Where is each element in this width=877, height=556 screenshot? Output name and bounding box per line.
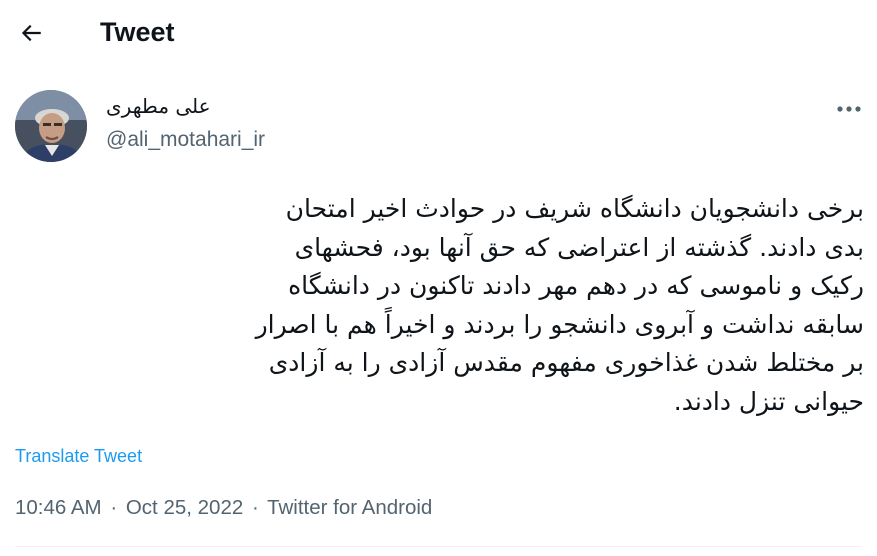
author-display-name[interactable]: علی مطهری (106, 94, 211, 118)
tweet-metadata: 10:46 AM · Oct 25, 2022 · Twitter for An… (15, 496, 432, 520)
translate-tweet-link[interactable]: Translate Tweet (15, 446, 142, 467)
meta-separator: · (251, 496, 259, 519)
more-options-button[interactable] (832, 96, 866, 122)
author-handle[interactable]: @ali_motahari_ir (106, 128, 265, 152)
arrow-left-icon (21, 24, 41, 42)
tweet-line: برخی دانشجویان دانشگاه شریف در حوادث اخی… (285, 194, 864, 223)
tweet-line: بدی دادند. گذشته از اعتراضی که حق آنها ب… (294, 232, 864, 262)
more-horizontal-icon (837, 106, 861, 112)
back-button[interactable] (14, 16, 48, 50)
tweet-text: برخی دانشجویان دانشگاه شریف در حوادث اخی… (14, 190, 864, 421)
tweet-header: Tweet (0, 0, 877, 70)
avatar[interactable] (15, 90, 87, 162)
tweet-line: بر مختلط شدن غذاخوری مفهوم مقدس آزادی را… (268, 348, 864, 377)
divider (15, 546, 862, 547)
tweet-line: رکیک و ناموسی که در دهم مهر دادند تاکنون… (288, 271, 864, 300)
tweet-line: حیوانی تنزل دادند. (673, 386, 864, 416)
tweet-date[interactable]: Oct 25, 2022 (126, 496, 243, 519)
tweet-source[interactable]: Twitter for Android (267, 496, 432, 519)
tweet-line: سابقه نداشت و آبروی دانشجو را بردند و اخ… (255, 309, 864, 339)
tweet-time[interactable]: 10:46 AM (15, 496, 102, 519)
meta-separator: · (110, 496, 118, 519)
page-title: Tweet (100, 17, 175, 47)
